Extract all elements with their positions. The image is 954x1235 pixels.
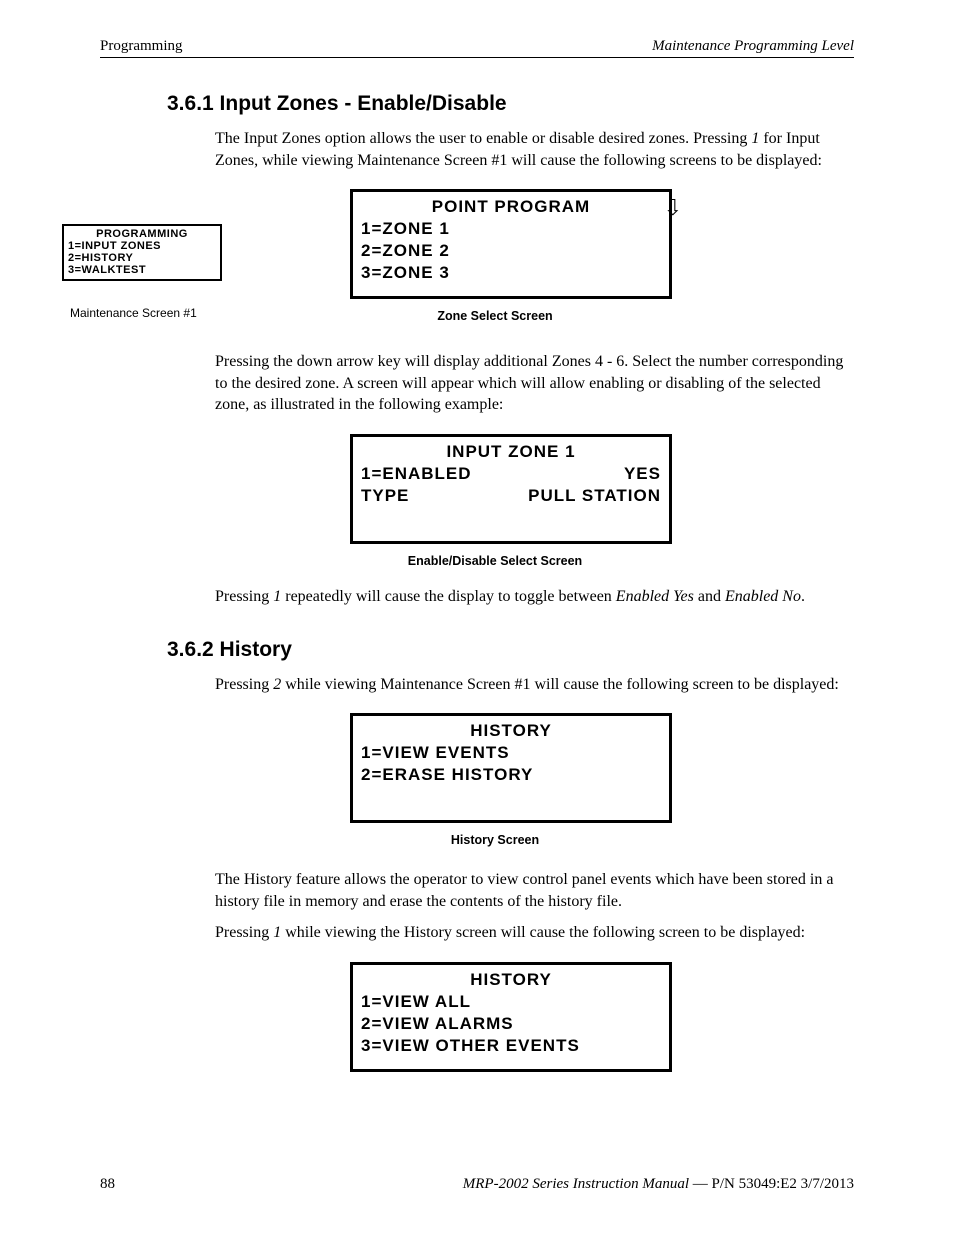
text: and xyxy=(694,588,725,605)
page-header: Programming Maintenance Programming Leve… xyxy=(100,38,854,58)
state-enabled-no: Enabled No xyxy=(725,588,801,605)
lcd-line: 2=ERASE HISTORY xyxy=(361,764,661,786)
lcd-caption-maintenance: Maintenance Screen #1 xyxy=(70,306,197,320)
lcd-history-view: HISTORY 1=VIEW ALL 2=VIEW ALARMS 3=VIEW … xyxy=(350,962,672,1072)
lcd-line: 2=ZONE 2 xyxy=(361,240,661,262)
lcd-line: 1=ZONE 1 xyxy=(361,218,661,240)
part-number: P/N 53049:E2 3/7/2013 xyxy=(711,1176,854,1192)
lcd-line: 2=HISTORY xyxy=(68,252,216,264)
text: Pressing xyxy=(215,588,273,605)
lcd-zone-select: POINT PROGRAM 1=ZONE 1 2=ZONE 2 3=ZONE 3 xyxy=(350,189,672,299)
lcd-line-left: 1=ENABLED xyxy=(361,463,472,485)
lcd-title: INPUT ZONE 1 xyxy=(361,441,661,463)
lcd-title: HISTORY xyxy=(361,720,661,742)
lcd-title: HISTORY xyxy=(361,969,661,991)
lcd-history2-wrap: HISTORY 1=VIEW ALL 2=VIEW ALARMS 3=VIEW … xyxy=(350,962,670,1072)
text: The Input Zones option allows the user t… xyxy=(215,130,751,147)
text: Pressing xyxy=(215,924,273,941)
lcd-caption-zone-select: Zone Select Screen xyxy=(335,309,655,323)
lcd-line-right: PULL STATION xyxy=(528,485,661,507)
lcd-zone-select-wrap: POINT PROGRAM 1=ZONE 1 2=ZONE 2 3=ZONE 3… xyxy=(350,189,670,299)
lcd-caption-history: History Screen xyxy=(335,833,655,847)
sep: — xyxy=(689,1176,712,1192)
manual-title: MRP-2002 Series Instruction Manual xyxy=(463,1176,689,1192)
heading-3-6-2: 3.6.2 History xyxy=(167,638,854,662)
lcd-line-left: TYPE xyxy=(361,485,409,507)
lcd-line: 1=INPUT ZONES xyxy=(68,240,216,252)
lcd-line: 3=ZONE 3 xyxy=(361,262,661,284)
text: . xyxy=(801,588,805,605)
paragraph-3-6-1-toggle: Pressing 1 repeatedly will cause the dis… xyxy=(215,586,854,608)
lcd-title: POINT PROGRAM xyxy=(361,196,661,218)
heading-3-6-1: 3.6.1 Input Zones - Enable/Disable xyxy=(167,92,854,116)
lcd-line: 1=VIEW EVENTS xyxy=(361,742,661,764)
lcd-enable-disable: INPUT ZONE 1 1=ENABLED YES TYPE PULL STA… xyxy=(350,434,672,544)
lcd-line: 3=VIEW OTHER EVENTS xyxy=(361,1035,661,1057)
paragraph-3-6-2-press1: Pressing 1 while viewing the History scr… xyxy=(215,922,854,944)
lcd-line: 3=WALKTEST xyxy=(68,264,216,276)
lcd-line-right: YES xyxy=(624,463,661,485)
footer-right: MRP-2002 Series Instruction Manual — P/N… xyxy=(463,1176,854,1193)
state-enabled-yes: Enabled Yes xyxy=(616,588,694,605)
lcd-maintenance-screen: PROGRAMMING 1=INPUT ZONES 2=HISTORY 3=WA… xyxy=(62,224,222,281)
lcd-history: HISTORY 1=VIEW EVENTS 2=ERASE HISTORY xyxy=(350,713,672,823)
paragraph-3-6-2-desc: The History feature allows the operator … xyxy=(215,869,854,912)
lcd-line: 2=VIEW ALARMS xyxy=(361,1013,661,1035)
page-number: 88 xyxy=(100,1176,115,1193)
paragraph-3-6-1-intro: The Input Zones option allows the user t… xyxy=(215,128,854,171)
paragraph-3-6-2-intro: Pressing 2 while viewing Maintenance Scr… xyxy=(215,674,854,696)
down-arrow-icon: ⇩ xyxy=(664,195,682,221)
paragraph-3-6-1-zones: Pressing the down arrow key will display… xyxy=(215,351,854,416)
lcd-enable-wrap: INPUT ZONE 1 1=ENABLED YES TYPE PULL STA… xyxy=(350,434,670,544)
lcd-caption-enable: Enable/Disable Select Screen xyxy=(335,554,655,568)
text: while viewing Maintenance Screen #1 will… xyxy=(281,676,839,693)
header-left: Programming xyxy=(100,38,183,55)
page-footer: 88 MRP-2002 Series Instruction Manual — … xyxy=(100,1176,854,1193)
lcd-line: 1=VIEW ALL xyxy=(361,991,661,1013)
text: Pressing xyxy=(215,676,273,693)
text: while viewing the History screen will ca… xyxy=(281,924,805,941)
lcd-history-wrap: HISTORY 1=VIEW EVENTS 2=ERASE HISTORY xyxy=(350,713,670,823)
text: repeatedly will cause the display to tog… xyxy=(281,588,616,605)
header-right: Maintenance Programming Level xyxy=(652,38,854,55)
lcd-title: PROGRAMMING xyxy=(68,228,216,240)
